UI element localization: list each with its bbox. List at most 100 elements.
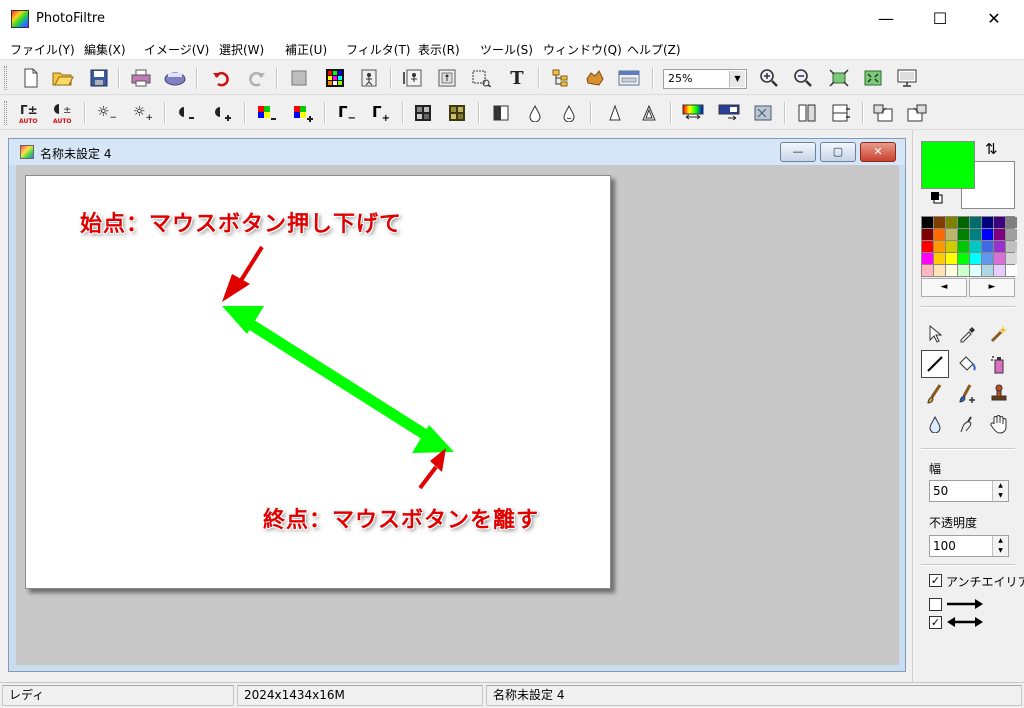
palette-swatch[interactable]: [1006, 241, 1017, 252]
toolbar-grip[interactable]: [4, 101, 7, 125]
magic-wand-icon[interactable]: [985, 320, 1013, 348]
contrast-plus-icon[interactable]: [210, 100, 236, 126]
palette-swatch[interactable]: [982, 265, 993, 276]
palette-swatch[interactable]: [970, 241, 981, 252]
gamma-plus-icon[interactable]: Γ+: [368, 100, 394, 126]
brightness-plus-icon[interactable]: ☼+: [130, 100, 156, 126]
palette-swatch[interactable]: [934, 241, 945, 252]
rotate-right-icon[interactable]: [904, 100, 930, 126]
chevron-down-icon[interactable]: ▼: [729, 71, 745, 87]
menu-image[interactable]: イメージ(V): [144, 41, 209, 58]
palette-swatch[interactable]: [958, 229, 969, 240]
palette-swatch[interactable]: [946, 217, 957, 228]
menu-edit[interactable]: 編集(X): [84, 41, 126, 58]
window-icon[interactable]: [616, 65, 642, 91]
contrast-minus-icon[interactable]: [174, 100, 200, 126]
toolbar-grip[interactable]: [4, 66, 7, 90]
palette-swatch[interactable]: [982, 229, 993, 240]
auto-contrast-icon[interactable]: ± AUTO: [50, 100, 76, 126]
palette-swatch[interactable]: [946, 265, 957, 276]
color-palette[interactable]: [921, 216, 1017, 277]
canvas-size-icon[interactable]: [434, 65, 460, 91]
advanced-brush-icon[interactable]: [953, 380, 981, 408]
select-arrow-icon[interactable]: [921, 320, 949, 348]
palette-swatch[interactable]: [922, 253, 933, 264]
palette-next-button[interactable]: ►: [969, 278, 1015, 297]
palette-swatch[interactable]: [1006, 217, 1017, 228]
menu-view[interactable]: 表示(R): [418, 41, 460, 58]
palette-swatch[interactable]: [922, 265, 933, 276]
negative-icon[interactable]: [488, 100, 514, 126]
palette-swatch[interactable]: [970, 265, 981, 276]
palette-swatch[interactable]: [982, 253, 993, 264]
fullscreen-icon[interactable]: [894, 65, 920, 91]
open-icon[interactable]: [50, 65, 76, 91]
palette-swatch[interactable]: [922, 217, 933, 228]
menu-help[interactable]: ヘルプ(Z): [627, 41, 681, 58]
palette-swatch[interactable]: [994, 229, 1005, 240]
doc-minimize-button[interactable]: —: [780, 142, 816, 162]
flip-horizontal-icon[interactable]: [794, 100, 820, 126]
palette-swatch[interactable]: [994, 241, 1005, 252]
stamp-icon[interactable]: [985, 380, 1013, 408]
gradient-icon[interactable]: [680, 100, 706, 126]
menu-filter[interactable]: フィルタ(T): [346, 41, 410, 58]
doc-close-button[interactable]: ✕: [860, 142, 896, 162]
palette-swatch[interactable]: [970, 253, 981, 264]
saturation-minus-icon[interactable]: [254, 100, 280, 126]
save-icon[interactable]: [86, 65, 112, 91]
menu-window[interactable]: ウィンドウ(Q): [543, 41, 622, 58]
palette-swatch[interactable]: [982, 241, 993, 252]
palette-swatch[interactable]: [970, 217, 981, 228]
sharpen-icon[interactable]: [602, 100, 628, 126]
menu-adjust[interactable]: 補正(U): [285, 41, 327, 58]
palette-swatch[interactable]: [994, 265, 1005, 276]
brightness-minus-icon[interactable]: ☼−: [94, 100, 120, 126]
gradient-dark-icon[interactable]: [716, 100, 742, 126]
fill-selection-icon[interactable]: [286, 65, 312, 91]
opacity-stepper[interactable]: 100 ▲ ▼: [929, 535, 1009, 557]
saturation-plus-icon[interactable]: [290, 100, 316, 126]
soften-icon[interactable]: [556, 100, 582, 126]
width-stepper-arrows[interactable]: ▲ ▼: [992, 481, 1008, 501]
palette-swatch[interactable]: [946, 241, 957, 252]
print-icon[interactable]: [128, 65, 154, 91]
palette-swatch[interactable]: [922, 241, 933, 252]
color-mode-icon[interactable]: [322, 65, 348, 91]
blur-drop-icon[interactable]: [921, 410, 949, 438]
palette-swatch[interactable]: [1006, 253, 1017, 264]
image-size-icon[interactable]: [400, 65, 426, 91]
menu-tools[interactable]: ツール(S): [480, 41, 533, 58]
document-window[interactable]: 名称未設定 4 — ▢ ✕ 始点：マウスボタン押し下げて 終点：マウスボタンを離…: [8, 138, 906, 672]
palette-swatch[interactable]: [946, 229, 957, 240]
palette-swatch[interactable]: [994, 217, 1005, 228]
foreground-color-swatch[interactable]: [921, 141, 975, 189]
palette-prev-button[interactable]: ◄: [921, 278, 967, 297]
palette-swatch[interactable]: [958, 217, 969, 228]
maximize-button[interactable]: ☐: [916, 0, 964, 38]
palette-swatch[interactable]: [958, 253, 969, 264]
texture-icon[interactable]: [750, 100, 776, 126]
palette-swatch[interactable]: [1006, 265, 1017, 276]
rotate-left-icon[interactable]: [870, 100, 896, 126]
palette-swatch[interactable]: [946, 253, 957, 264]
auto-levels-icon[interactable]: Γ± AUTO: [16, 100, 42, 126]
sharpen-more-icon[interactable]: [636, 100, 662, 126]
menu-selection[interactable]: 選択(W): [219, 41, 264, 58]
tree-icon[interactable]: [548, 65, 574, 91]
gamma-minus-icon[interactable]: Γ−: [334, 100, 360, 126]
flip-vertical-icon[interactable]: [828, 100, 854, 126]
palette-swatch[interactable]: [922, 229, 933, 240]
palette-swatch[interactable]: [934, 253, 945, 264]
reset-colors-icon[interactable]: [931, 192, 943, 204]
single-arrow-checkbox[interactable]: [929, 598, 942, 611]
close-button[interactable]: ✕: [970, 0, 1018, 38]
palette-swatch[interactable]: [994, 253, 1005, 264]
new-icon[interactable]: [18, 65, 44, 91]
palette-swatch[interactable]: [934, 265, 945, 276]
palette-swatch[interactable]: [970, 229, 981, 240]
minimize-button[interactable]: —: [862, 0, 910, 38]
filter-icon[interactable]: [582, 65, 608, 91]
grayscale-icon[interactable]: [410, 100, 436, 126]
blur-icon[interactable]: [522, 100, 548, 126]
